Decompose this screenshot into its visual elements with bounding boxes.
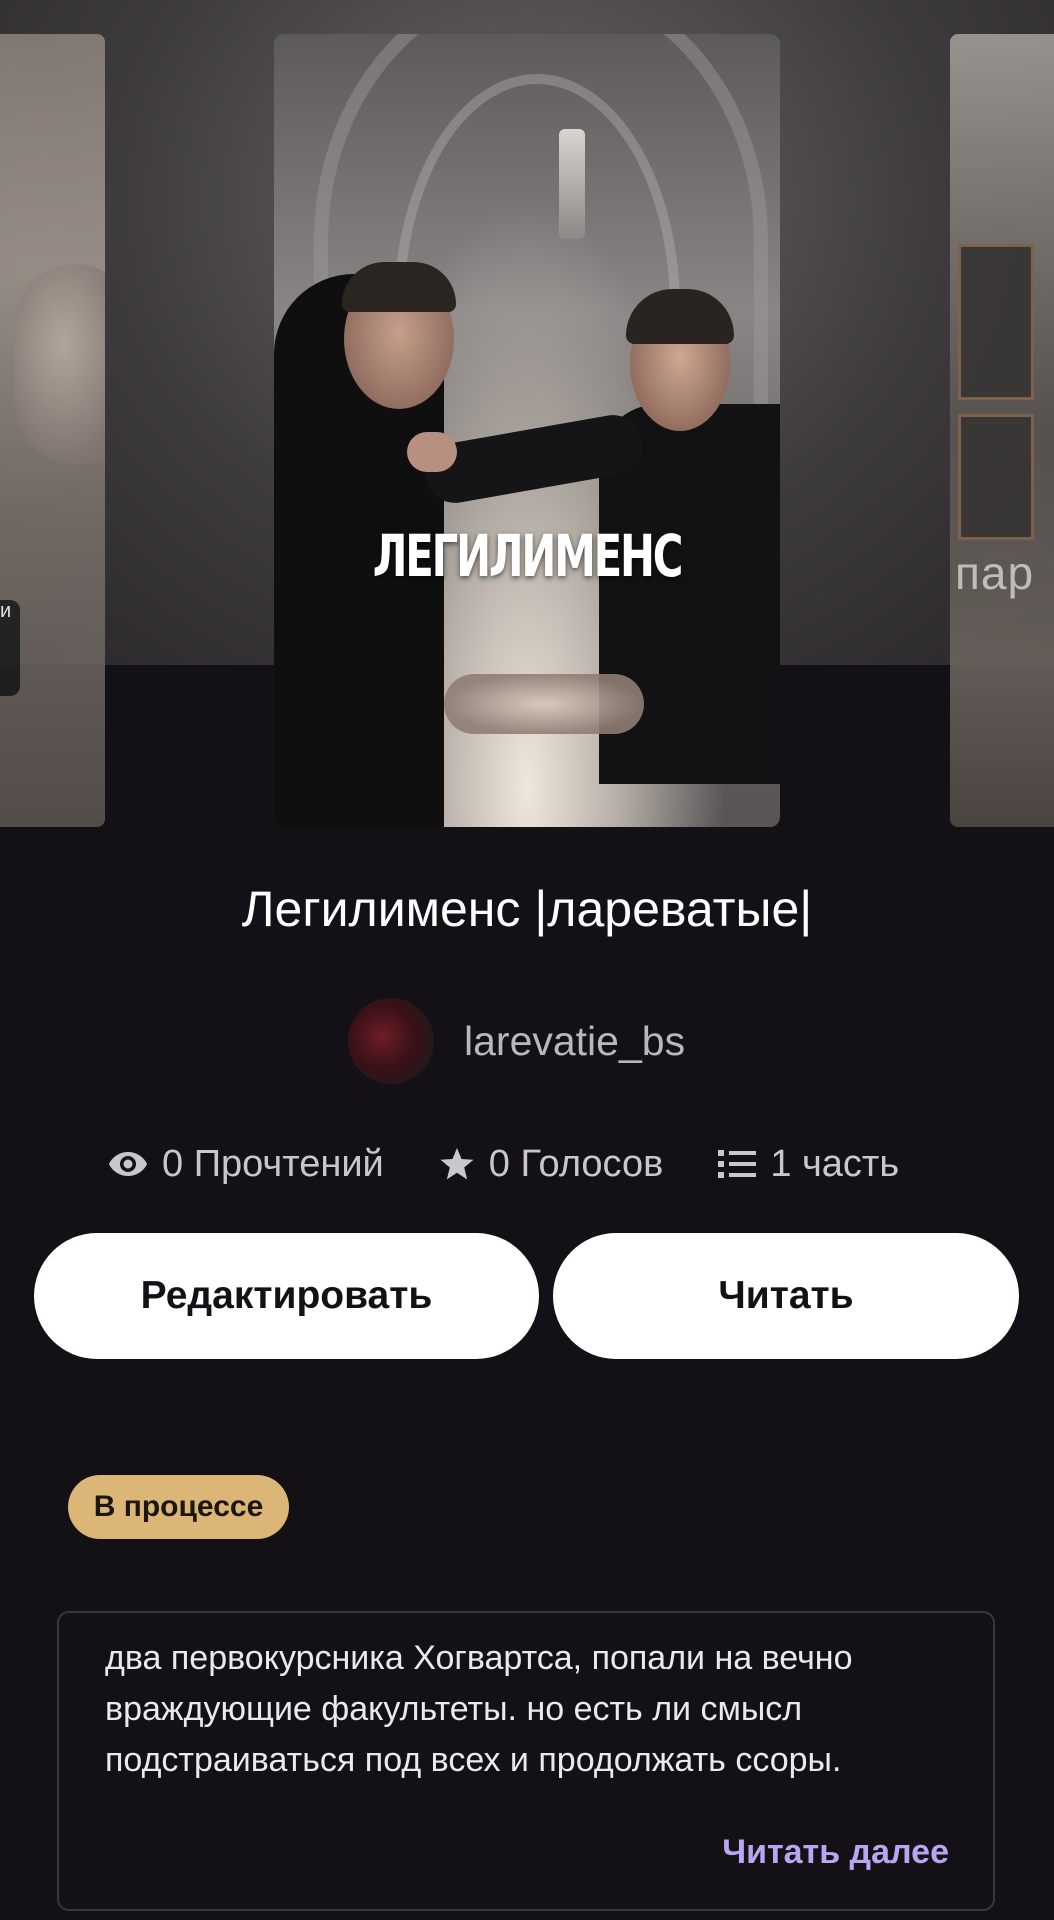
story-title: Легилименс |лареватые| <box>241 881 813 937</box>
cover-image[interactable]: ЛЕГИЛИМЕНС <box>274 34 780 827</box>
description-box: два первокурсника Хогвартса, попали на в… <box>57 1611 995 1911</box>
cover-chandelier <box>559 129 585 239</box>
cover-person-right-hand <box>407 432 457 472</box>
read-button[interactable]: Читать <box>553 1233 1019 1359</box>
cover-next-title: пар <box>955 547 1035 599</box>
story-stats: 0 Прочтений 0 Голосов 1 часть <box>108 1134 968 1194</box>
cover-next[interactable]: пар <box>950 34 1054 827</box>
list-icon <box>718 1149 757 1179</box>
author-name[interactable]: larevatie_bs <box>464 1018 685 1065</box>
read-more-link[interactable]: Читать далее <box>722 1833 949 1872</box>
star-icon <box>439 1147 475 1181</box>
cover-previous-image <box>15 264 105 464</box>
cover-previous[interactable]: и <box>0 34 105 827</box>
parts-count[interactable]: 1 часть <box>770 1143 899 1186</box>
cover-hands-light <box>444 674 644 734</box>
edit-button[interactable]: Редактировать <box>34 1233 539 1359</box>
parts-stat[interactable]: 1 часть <box>718 1143 899 1186</box>
cover-next-window <box>958 244 1034 400</box>
cover-previous-tag: и <box>0 600 20 696</box>
eye-icon <box>108 1150 148 1178</box>
reads-count: 0 Прочтений <box>162 1142 384 1185</box>
author-row[interactable]: larevatie_bs <box>348 996 685 1086</box>
reads-stat: 0 Прочтений <box>108 1143 384 1186</box>
cover-title-text: ЛЕГИЛИМЕНС <box>372 522 684 590</box>
cover-person-left-hair <box>342 262 456 312</box>
description-text: два первокурсника Хогвартса, попали на в… <box>105 1639 853 1779</box>
cover-next-window <box>958 414 1034 540</box>
author-avatar[interactable] <box>348 998 434 1084</box>
votes-count: 0 Голосов <box>488 1142 664 1185</box>
votes-stat: 0 Голосов <box>439 1142 664 1186</box>
status-badge: В процессе <box>68 1475 289 1539</box>
